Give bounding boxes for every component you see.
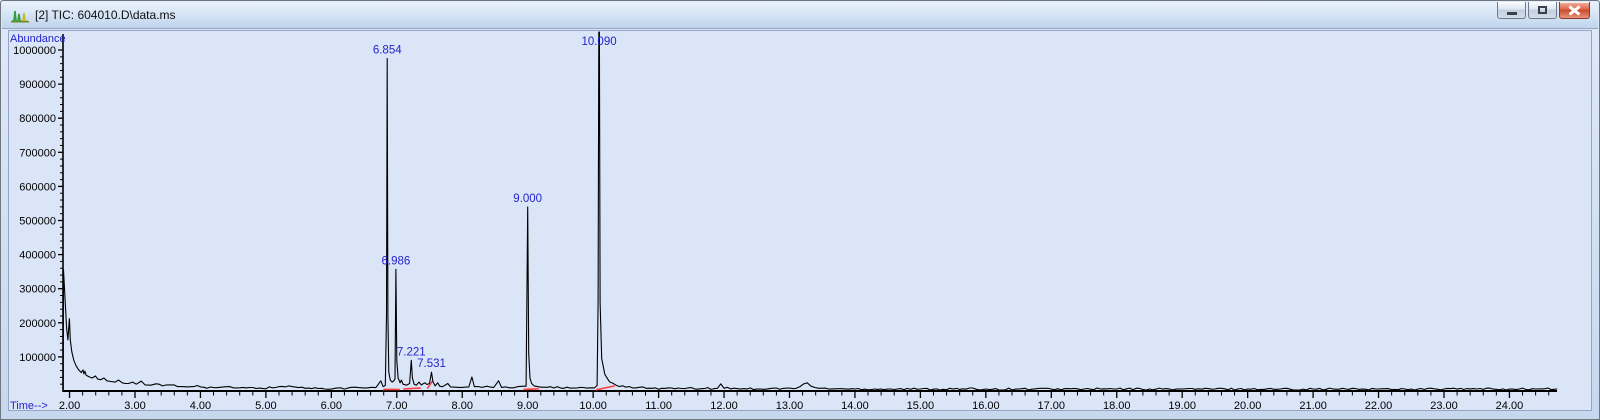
x-tick-label: 14.00 <box>841 400 869 412</box>
x-tick-label: 23.00 <box>1430 400 1458 412</box>
x-tick-label: 21.00 <box>1299 400 1327 412</box>
window-controls <box>1497 2 1590 19</box>
x-tick-label: 7.00 <box>386 400 407 412</box>
x-tick-label: 18.00 <box>1103 400 1131 412</box>
y-tick-label: 400000 <box>19 250 56 262</box>
x-tick-label: 2.00 <box>59 400 80 412</box>
y-tick-label: 700000 <box>19 147 56 159</box>
x-tick-label: 15.00 <box>907 400 935 412</box>
minimize-button[interactable] <box>1497 2 1526 19</box>
x-tick-label: 17.00 <box>1038 400 1066 412</box>
integration-baseline <box>595 385 615 391</box>
chromatogram-icon <box>11 7 29 23</box>
tic-trace <box>62 31 1558 391</box>
x-tick-label: 8.00 <box>452 400 473 412</box>
peak-label: 7.221 <box>397 346 426 358</box>
y-tick-label: 100000 <box>19 352 56 364</box>
x-tick-label: 10.00 <box>579 400 607 412</box>
x-tick-label: 22.00 <box>1365 400 1393 412</box>
peak-label: 10.090 <box>581 36 616 48</box>
app-window: [2] TIC: 604010.D\data.ms 2.00 3.00 4.00 5.… <box>0 0 1600 420</box>
peak-label: 7.531 <box>417 358 446 370</box>
close-icon <box>1568 4 1581 15</box>
x-tick-label: 3.00 <box>124 400 145 412</box>
x-tick-label: 24.00 <box>1496 400 1524 412</box>
window-title: [2] TIC: 604010.D\data.ms <box>35 8 176 22</box>
title-bar[interactable]: [2] TIC: 604010.D\data.ms <box>2 2 1598 29</box>
x-tick-label: 4.00 <box>190 400 211 412</box>
x-tick-label: 11.00 <box>645 400 672 412</box>
x-tick-label: 5.00 <box>255 400 276 412</box>
y-tick-label: 1000000 <box>13 45 56 57</box>
peak-label: 6.986 <box>381 255 410 267</box>
y-axis-title: Abundance <box>10 33 66 45</box>
y-tick-label: 500000 <box>19 216 56 228</box>
x-axis-title: Time--> <box>10 400 48 412</box>
x-tick-label: 13.00 <box>776 400 804 412</box>
x-tick-label: 16.00 <box>972 400 1000 412</box>
y-tick-label: 800000 <box>19 113 56 125</box>
integration-baseline <box>523 387 539 391</box>
x-tick-label: 6.00 <box>321 400 342 412</box>
y-tick-label: 900000 <box>19 79 56 91</box>
y-tick-label: 600000 <box>19 181 56 193</box>
minimize-icon <box>1506 11 1517 15</box>
x-tick-label: 20.00 <box>1234 400 1262 412</box>
y-tick-label: 300000 <box>19 284 56 296</box>
x-tick-label: 9.00 <box>517 400 538 412</box>
integration-baseline <box>403 387 421 390</box>
close-button[interactable] <box>1559 2 1590 19</box>
maximize-icon <box>1538 6 1547 14</box>
peak-label: 6.854 <box>373 45 402 57</box>
x-tick-label: 12.00 <box>710 400 738 412</box>
tic-plot[interactable]: 2.00 3.00 4.00 5.00 6.00 7.00 8.00 9.00 10.00 11.… <box>1 1 1600 420</box>
peak-label: 9.000 <box>513 193 542 205</box>
y-tick-label: 200000 <box>19 318 56 330</box>
maximize-button[interactable] <box>1528 2 1557 19</box>
x-tick-label: 19.00 <box>1168 400 1196 412</box>
